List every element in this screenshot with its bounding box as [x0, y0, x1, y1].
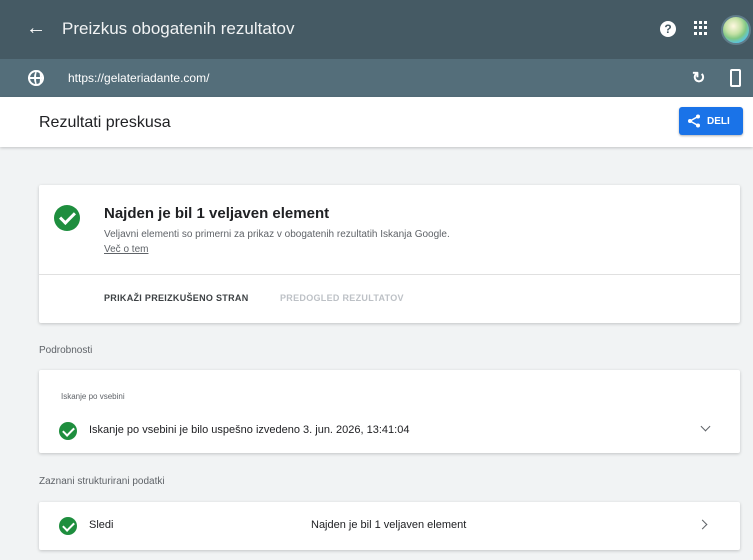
- globe-icon: [28, 70, 44, 86]
- summary-card: Najden je bil 1 veljaven element Veljavn…: [39, 185, 740, 323]
- preview-results-button[interactable]: PREDOGLED REZULTATOV: [280, 293, 404, 303]
- share-button-label: DELI: [707, 116, 730, 127]
- crawl-status: Iskanje po vsebini je bilo uspešno izved…: [89, 424, 410, 436]
- divider: [39, 274, 740, 275]
- tested-url: https://gelateriadante.com/: [68, 71, 210, 85]
- check-circle-icon: [59, 422, 77, 440]
- structured-item-name: Sledi: [89, 519, 114, 531]
- back-arrow-icon[interactable]: ←: [26, 17, 48, 39]
- check-circle-icon: [54, 205, 80, 231]
- results-header: Rezultati preskusa DELI: [0, 97, 753, 147]
- url-bar: https://gelateriadante.com/ ↻: [0, 59, 753, 97]
- top-app-bar: ← Preizkus obogatenih rezultatov ?: [0, 0, 753, 59]
- structured-item-status: Najden je bil 1 veljaven element: [311, 519, 467, 531]
- summary-description: Veljavni elementi so primerni za prikaz …: [104, 229, 450, 240]
- details-section-label: Podrobnosti: [39, 345, 93, 356]
- summary-title: Najden je bil 1 veljaven element: [104, 205, 330, 222]
- structured-item-row[interactable]: Sledi Najden je bil 1 veljaven element: [39, 502, 740, 550]
- view-tested-page-button[interactable]: PRIKAŽI PREIZKUŠENO STRAN: [104, 293, 249, 303]
- crawl-title: Iskanje po vsebini: [61, 392, 125, 401]
- page-title: Rezultati preskusa: [39, 114, 171, 131]
- chevron-right-icon[interactable]: [697, 519, 708, 530]
- crawl-card[interactable]: Iskanje po vsebini Iskanje po vsebini je…: [39, 370, 740, 453]
- share-button[interactable]: DELI: [679, 107, 743, 135]
- help-icon[interactable]: ?: [660, 21, 676, 37]
- smartphone-icon[interactable]: [730, 69, 741, 87]
- check-circle-icon: [59, 517, 77, 535]
- chevron-down-icon[interactable]: [700, 421, 711, 432]
- reload-icon[interactable]: ↻: [692, 68, 705, 88]
- structured-data-section-label: Zaznani strukturirani podatki: [39, 476, 165, 487]
- apps-grid-icon[interactable]: [694, 21, 708, 35]
- learn-more-link[interactable]: Več o tem: [104, 244, 148, 255]
- app-title: Preizkus obogatenih rezultatov: [62, 19, 295, 38]
- share-icon: [688, 114, 700, 128]
- account-avatar[interactable]: [721, 15, 751, 45]
